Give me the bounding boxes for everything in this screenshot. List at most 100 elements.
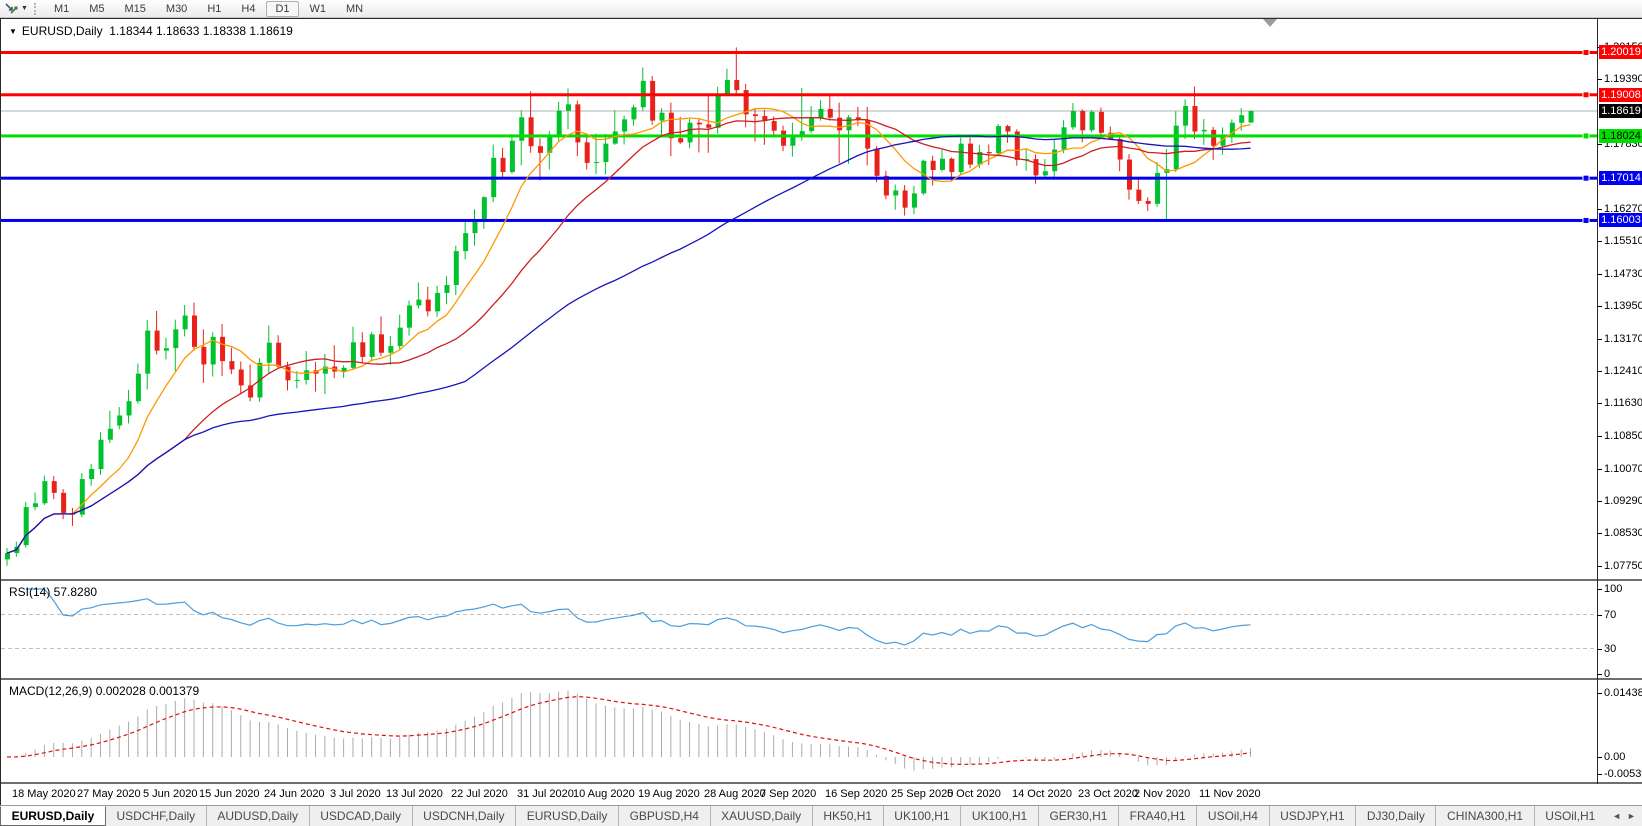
date-label: 11 Nov 2020 [1199, 788, 1261, 800]
tab-scroll-right-icon[interactable]: ► [1627, 811, 1636, 821]
tab-usdcad-daily[interactable]: USDCAD,Daily [309, 806, 412, 826]
timeframe-m30[interactable]: M30 [157, 1, 196, 17]
date-label: 16 Sep 2020 [825, 788, 887, 800]
axis-tick [1597, 79, 1602, 80]
date-label: 18 May 2020 [12, 788, 76, 800]
toolbar-grip[interactable] [34, 3, 39, 15]
chart-window: 1.201501.193901.178301.162701.155101.147… [0, 18, 1642, 805]
date-label: 5 Jun 2020 [143, 788, 197, 800]
axis-tick [1597, 693, 1602, 694]
timeframe-d1[interactable]: D1 [266, 1, 298, 17]
axis-tick-label: 1.10070 [1604, 463, 1642, 476]
chart-tool-icon[interactable] [3, 2, 19, 16]
rsi-indicator-panel[interactable] [1, 581, 1598, 678]
tab-scroll-left-icon[interactable]: ◄ [1612, 811, 1621, 821]
rsi-label: RSI(14) 57.8280 [9, 585, 97, 599]
axis-tick [1597, 469, 1602, 470]
tab-audusd-daily[interactable]: AUDUSD,Daily [206, 806, 309, 826]
date-label: 22 Jul 2020 [451, 788, 508, 800]
date-label: 10 Aug 2020 [573, 788, 635, 800]
chart-title-caret-icon[interactable]: ▼ [9, 27, 17, 36]
axis-tick-label: 1.11630 [1604, 397, 1642, 410]
tab-ger30-h1[interactable]: GER30,H1 [1038, 806, 1118, 826]
horizontal-line-objects[interactable] [1, 49, 1598, 223]
tab-uk100-h1[interactable]: UK100,H1 [960, 806, 1038, 826]
macd-label: MACD(12,26,9) 0.002028 0.001379 [9, 684, 199, 698]
price-level-badge: 1.17014 [1599, 171, 1642, 185]
axis-tick [1597, 274, 1602, 275]
date-label: 24 Jun 2020 [264, 788, 325, 800]
date-label: 3 Jul 2020 [330, 788, 381, 800]
axis-tick-label: 1.15510 [1604, 235, 1642, 248]
axis-tick-label: 1.10850 [1604, 430, 1642, 443]
axis-tick-label: 1.13170 [1604, 333, 1642, 346]
rsi-line [26, 589, 1251, 645]
price-level-badge: 1.20019 [1599, 45, 1642, 59]
axis-tick [1597, 144, 1602, 145]
axis-tick [1597, 403, 1602, 404]
date-label: 19 Aug 2020 [638, 788, 700, 800]
date-label: 25 Sep 2020 [891, 788, 953, 800]
axis-tick-label: 1.07750 [1604, 560, 1642, 573]
chart-ohlc-values: 1.18344 1.18633 1.18338 1.18619 [109, 24, 293, 38]
tool-dropdown-caret-icon[interactable]: ▼ [19, 5, 32, 12]
tab-uk100-h1[interactable]: UK100,H1 [883, 806, 961, 826]
main-price-chart[interactable] [1, 19, 1598, 579]
timeframe-m1[interactable]: M1 [45, 1, 78, 17]
date-label: 14 Oct 2020 [1012, 788, 1072, 800]
price-level-badge: 1.19008 [1599, 88, 1642, 102]
axis-tick-label: -0.005396 [1604, 768, 1642, 781]
axis-tick-label: 30 [1604, 643, 1616, 656]
axis-tick [1597, 649, 1602, 650]
date-label: 13 Jul 2020 [386, 788, 443, 800]
tab-usdchf-daily[interactable]: USDCHF,Daily [106, 806, 206, 826]
axis-tick [1597, 757, 1602, 758]
tab-hk50-h1[interactable]: HK50,H1 [812, 806, 883, 826]
timeframe-mn[interactable]: MN [337, 1, 372, 17]
axis-tick-label: 1.09290 [1604, 495, 1642, 508]
date-label: 2 Nov 2020 [1134, 788, 1190, 800]
tab-dj30-daily[interactable]: DJ30,Daily [1355, 806, 1435, 826]
tab-gbpusd-h4[interactable]: GBPUSD,H4 [618, 806, 710, 826]
axis-tick [1597, 241, 1602, 242]
axis-tick-label: 100 [1604, 583, 1622, 596]
tab-eurusd-daily[interactable]: EURUSD,Daily [0, 806, 106, 826]
date-label: 28 Aug 2020 [704, 788, 766, 800]
macd-histogram [7, 691, 1251, 771]
top-toolbar: ▼ M1M5M15M30H1H4D1W1MN [0, 0, 1642, 18]
timeframe-m5[interactable]: M5 [80, 1, 113, 17]
candles [5, 47, 1254, 565]
tab-usdcnh-daily[interactable]: USDCNH,Daily [412, 806, 516, 826]
price-level-badge: 1.18024 [1599, 129, 1642, 143]
timeframe-w1[interactable]: W1 [301, 1, 336, 17]
tab-usoil-h4[interactable]: USOil,H4 [1196, 806, 1268, 826]
tab-scrollers: ◄ ► [1606, 806, 1642, 826]
date-label: 5 Oct 2020 [947, 788, 1001, 800]
tab-fra40-h1[interactable]: FRA40,H1 [1118, 806, 1196, 826]
axis-tick [1597, 615, 1602, 616]
current-price-badge: 1.18619 [1599, 104, 1642, 118]
timeframe-m15[interactable]: M15 [116, 1, 155, 17]
axis-tick [1597, 436, 1602, 437]
timeframe-buttons: M1M5M15M30H1H4D1W1MN [44, 1, 373, 17]
axis-tick [1597, 501, 1602, 502]
time-axis[interactable]: 18 May 202027 May 20205 Jun 202015 Jun 2… [1, 784, 1642, 806]
date-label: 31 Jul 2020 [517, 788, 574, 800]
tab-eurusd-daily[interactable]: EURUSD,Daily [515, 806, 618, 826]
chart-tabs: EURUSD,DailyUSDCHF,DailyAUDUSD,DailyUSDC… [0, 806, 1606, 826]
chart-tab-bar: EURUSD,DailyUSDCHF,DailyAUDUSD,DailyUSDC… [0, 805, 1642, 826]
chart-shift-marker-icon[interactable] [1263, 19, 1277, 27]
timeframe-h1[interactable]: H1 [198, 1, 230, 17]
macd-indicator-panel[interactable] [1, 680, 1598, 782]
axis-tick-label: 0 [1604, 668, 1610, 681]
axis-tick [1597, 566, 1602, 567]
tab-xauusd-daily[interactable]: XAUUSD,Daily [710, 806, 812, 826]
axis-tick-label: 1.14730 [1604, 268, 1642, 281]
tab-usdjpy-h1[interactable]: USDJPY,H1 [1269, 806, 1356, 826]
timeframe-h4[interactable]: H4 [232, 1, 264, 17]
date-label: 27 May 2020 [77, 788, 141, 800]
axis-tick-label: 1.19390 [1604, 73, 1642, 86]
axis-tick [1597, 774, 1602, 775]
tab-usoil-h1[interactable]: USOil,H1 [1534, 806, 1606, 826]
tab-china300-h1[interactable]: CHINA300,H1 [1435, 806, 1533, 826]
